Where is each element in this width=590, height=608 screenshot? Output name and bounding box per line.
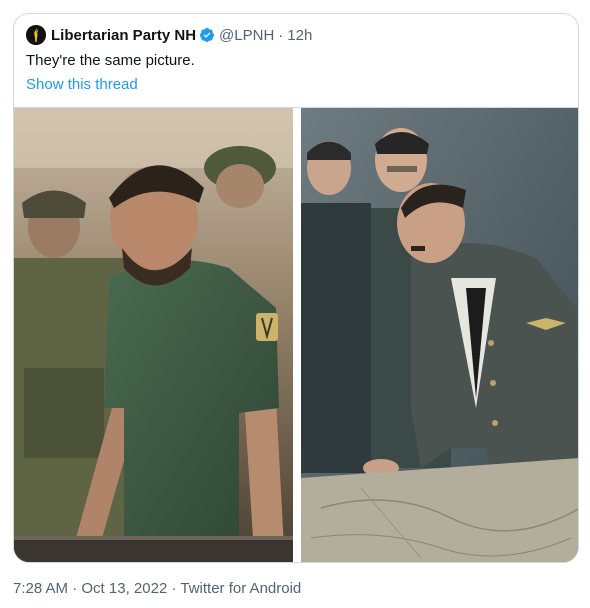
tweet-age[interactable]: 12h xyxy=(287,27,312,44)
photo-right-image xyxy=(301,108,578,562)
tweet-media[interactable] xyxy=(14,107,578,562)
avatar[interactable] xyxy=(26,25,46,45)
author-handle[interactable]: @LPNH xyxy=(219,27,274,44)
header-separator: · xyxy=(278,26,284,44)
author-name[interactable]: Libertarian Party NH xyxy=(51,27,196,44)
torch-logo-icon xyxy=(26,25,46,45)
tweet-time[interactable]: 7:28 AM xyxy=(13,580,68,597)
show-thread-link[interactable]: Show this thread xyxy=(26,75,138,95)
quoted-tweet-card[interactable]: Libertarian Party NH @LPNH · 12h They're… xyxy=(13,13,579,563)
footer-separator-2: · xyxy=(171,580,177,597)
photo-left[interactable] xyxy=(14,108,293,562)
tweet-footer: 7:28 AM · Oct 13, 2022 · Twitter for And… xyxy=(13,580,301,597)
tweet-source[interactable]: Twitter for Android xyxy=(180,580,301,597)
tweet-date[interactable]: Oct 13, 2022 xyxy=(81,580,167,597)
footer-separator-1: · xyxy=(72,580,78,597)
photo-left-image xyxy=(14,108,293,562)
tweet-text: They're the same picture. xyxy=(26,52,195,69)
photo-right[interactable] xyxy=(301,108,578,562)
verified-badge-icon xyxy=(200,28,215,42)
tweet-header: Libertarian Party NH @LPNH · 12h xyxy=(26,24,312,46)
